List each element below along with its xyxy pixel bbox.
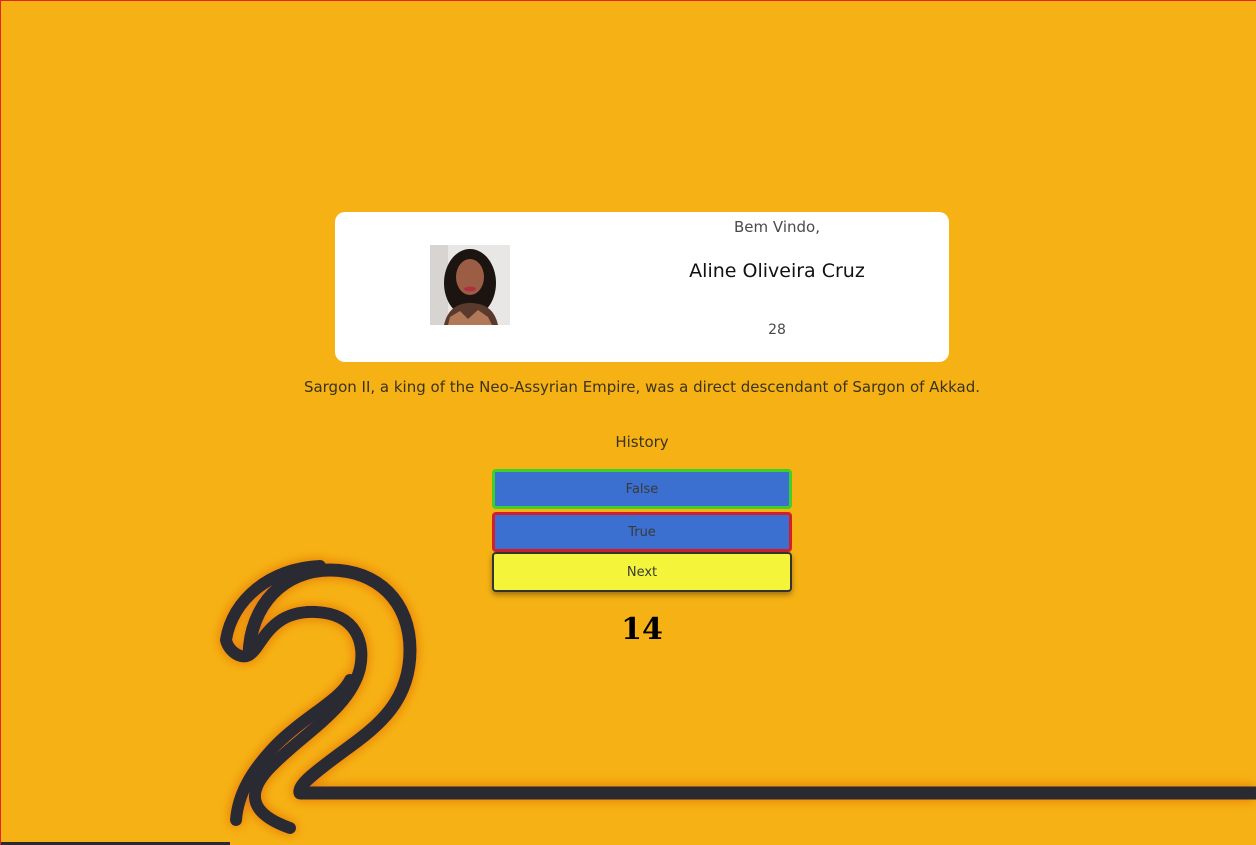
greeting-text: Bem Vindo, <box>734 218 820 236</box>
user-age: 28 <box>768 322 786 338</box>
user-name: Aline Oliveira Cruz <box>689 260 865 282</box>
answer-true-button[interactable]: True <box>492 512 792 552</box>
question-category: History <box>615 433 669 451</box>
question-text: Sargon II, a king of the Neo-Assyrian Em… <box>303 378 981 396</box>
answer-false-button[interactable]: False <box>492 469 792 509</box>
avatar <box>430 245 510 325</box>
question-counter: 14 <box>621 612 663 647</box>
question-mark-icon <box>219 560 1256 834</box>
profile-card: Bem Vindo, Aline Oliveira Cruz 28 <box>335 212 949 362</box>
next-button[interactable]: Next <box>492 552 792 592</box>
